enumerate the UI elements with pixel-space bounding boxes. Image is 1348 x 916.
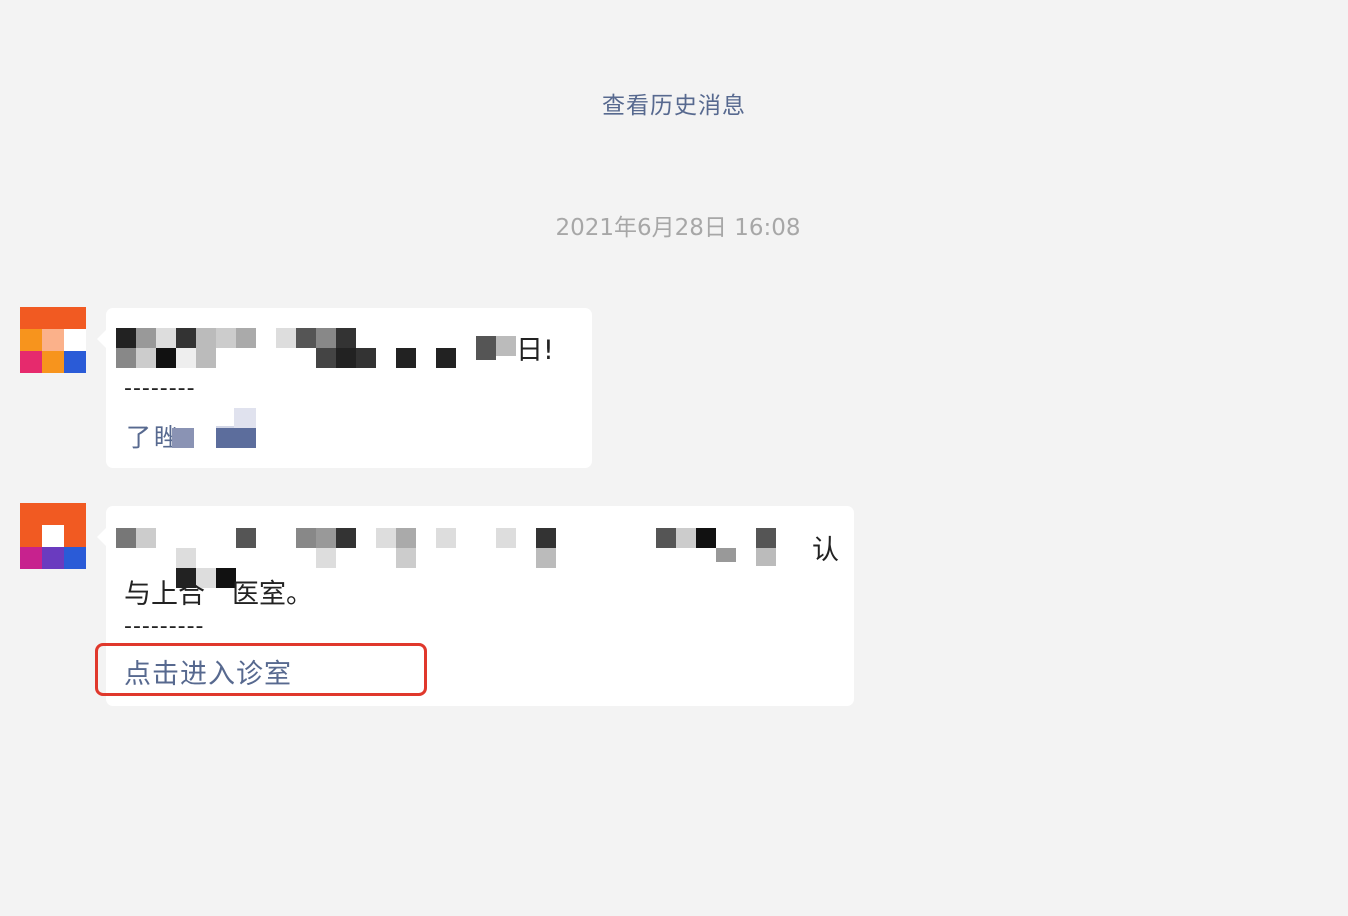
message-fragment: 医室。 [232,579,313,610]
avatar[interactable] [20,503,86,569]
timestamp: 2021年6月28日 16:08 [555,215,801,241]
view-history-link[interactable]: 查看历史消息 [0,86,1348,120]
message-divider: --------- [124,614,205,639]
message-divider: -------- [124,376,196,401]
message-link-fragment[interactable]: 了 [126,418,151,454]
avatar[interactable] [20,307,86,373]
message-fragment: 认 [812,535,839,566]
highlight-box [95,643,427,696]
message-fragment: 与上合 [124,579,205,610]
message-fragment: 日! [516,335,554,366]
message-bubble: 日! -------- 了 睉 [97,308,592,468]
